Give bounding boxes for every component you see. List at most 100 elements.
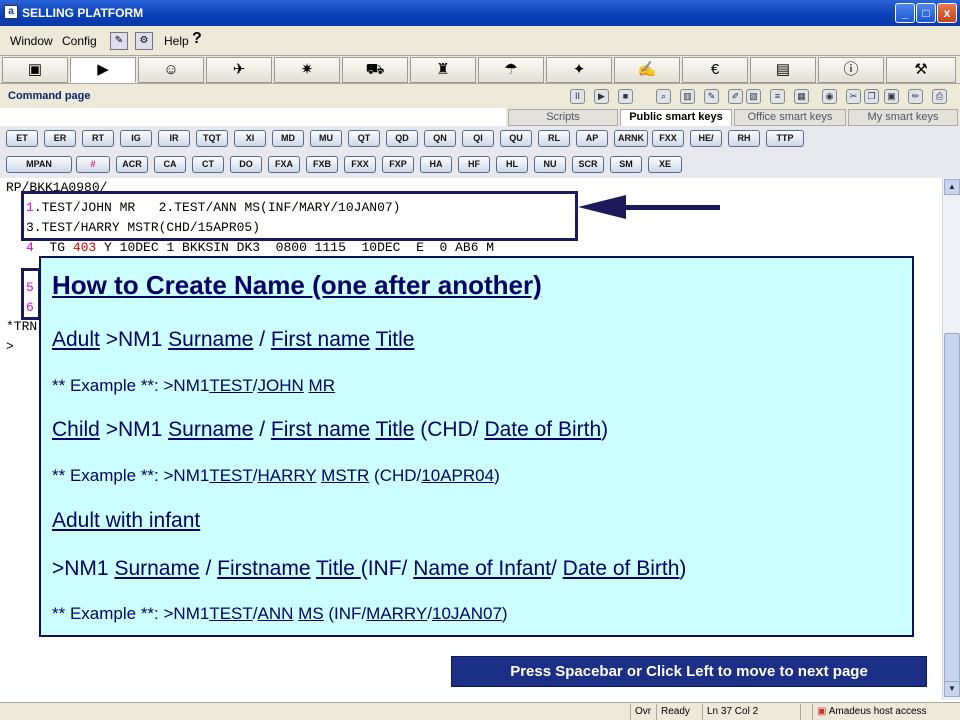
- smart-key[interactable]: QT: [348, 130, 380, 147]
- dob-label: Date of Birth: [484, 418, 602, 441]
- insurance-icon[interactable]: ☂: [478, 57, 544, 83]
- smart-key[interactable]: QD: [386, 130, 418, 147]
- smart-key[interactable]: HE/: [690, 130, 722, 147]
- play-icon[interactable]: ▶: [594, 89, 609, 104]
- tab-scripts[interactable]: Scripts: [508, 109, 618, 126]
- smart-key[interactable]: HA: [420, 156, 452, 173]
- command-page-label: Command page: [8, 90, 91, 102]
- minimize-button[interactable]: _: [895, 3, 915, 23]
- smart-key[interactable]: CA: [154, 156, 186, 173]
- smart-keys-row-2: MPAN # ACR CA CT DO FXA FXB FXX FXP HA HF HL NU SCR SM X…: [0, 152, 960, 178]
- scroll-up-icon[interactable]: ▲: [944, 179, 960, 195]
- car-icon[interactable]: ⛟: [342, 57, 408, 83]
- plane-services-icon[interactable]: ✷: [274, 57, 340, 83]
- smart-key[interactable]: FXP: [382, 156, 414, 173]
- print-icon[interactable]: ⎙: [932, 89, 947, 104]
- smart-key[interactable]: DO: [230, 156, 262, 173]
- scroll-down-icon[interactable]: ▼: [944, 681, 960, 697]
- list-icon[interactable]: ≡: [770, 89, 785, 104]
- palette-icon[interactable]: ◉: [822, 89, 837, 104]
- smart-key[interactable]: HF: [458, 156, 490, 173]
- smart-key[interactable]: QU: [500, 130, 532, 147]
- smart-key[interactable]: SM: [610, 156, 642, 173]
- money-icon[interactable]: €: [682, 57, 748, 83]
- smart-keys-tabs: Scripts Public smart keys Office smart k…: [506, 108, 960, 126]
- book-icon[interactable]: ▥: [680, 89, 695, 104]
- status-position: Ln 37 Col 2: [702, 704, 800, 720]
- smart-key[interactable]: FXX: [652, 130, 684, 147]
- inf-text: (INF/: [323, 604, 367, 623]
- menu-bar: Window Config ✎ ⚙ Help ?: [0, 26, 960, 56]
- scroll-thumb[interactable]: [944, 333, 960, 693]
- grid-icon[interactable]: ▦: [794, 89, 809, 104]
- smart-key[interactable]: XE: [648, 156, 682, 173]
- smart-key[interactable]: QI: [462, 130, 494, 147]
- smart-key[interactable]: SCR: [572, 156, 604, 173]
- close-button[interactable]: x: [937, 3, 957, 23]
- menu-help[interactable]: Help: [164, 34, 189, 48]
- smart-key[interactable]: ACR: [116, 156, 148, 173]
- smart-key[interactable]: RH: [728, 130, 760, 147]
- hotel-icon[interactable]: ♜: [410, 57, 476, 83]
- smart-key[interactable]: MD: [272, 130, 304, 147]
- maximize-button[interactable]: □: [916, 3, 936, 23]
- smart-key[interactable]: MPAN: [6, 156, 72, 173]
- terminal-prompt[interactable]: >: [6, 339, 14, 354]
- search-icon[interactable]: ⌕: [656, 89, 671, 104]
- pen-green-icon[interactable]: ✐: [728, 89, 743, 104]
- smart-key[interactable]: NU: [534, 156, 566, 173]
- smart-key[interactable]: TTP: [766, 130, 804, 147]
- agent-icon[interactable]: ☺: [138, 57, 204, 83]
- next-page-button[interactable]: Press Spacebar or Click Left to move to …: [451, 656, 927, 687]
- smart-key[interactable]: AP: [576, 130, 608, 147]
- smart-key[interactable]: FXA: [268, 156, 300, 173]
- smart-key[interactable]: ET: [6, 130, 38, 147]
- paste-icon[interactable]: ▣: [884, 89, 899, 104]
- example-prefix: ** Example **: >NM1: [52, 376, 210, 395]
- smart-key[interactable]: FXB: [306, 156, 338, 173]
- copy-icon[interactable]: ❐: [864, 89, 879, 104]
- first-name-label: Firstname: [217, 557, 311, 580]
- home-icon[interactable]: ▣: [2, 57, 68, 83]
- menu-window[interactable]: Window: [10, 34, 53, 48]
- menu-config[interactable]: Config: [62, 34, 97, 48]
- smart-key[interactable]: MU: [310, 130, 342, 147]
- tab-my-smart-keys[interactable]: My smart keys: [848, 109, 958, 126]
- edit-icon[interactable]: ✍: [614, 57, 680, 83]
- terminal-icon[interactable]: ▶: [70, 57, 136, 83]
- info-icon[interactable]: ⓘ: [818, 57, 884, 83]
- tab-public-smart-keys[interactable]: Public smart keys: [620, 109, 732, 126]
- smart-key[interactable]: IG: [120, 130, 152, 147]
- docs-icon[interactable]: ▤: [750, 57, 816, 83]
- ticket-icon[interactable]: ✦: [546, 57, 612, 83]
- smart-key[interactable]: HL: [496, 156, 528, 173]
- smart-key[interactable]: RL: [538, 130, 570, 147]
- cmd-text: >NM1: [99, 418, 169, 441]
- first-name-label: First name: [270, 418, 371, 441]
- smart-key[interactable]: RT: [82, 130, 114, 147]
- smart-key[interactable]: ER: [44, 130, 76, 147]
- stop-icon[interactable]: ■: [618, 89, 633, 104]
- edit-icon[interactable]: ✎: [110, 32, 128, 50]
- smart-key[interactable]: CT: [192, 156, 224, 173]
- smart-key[interactable]: TQT: [196, 130, 228, 147]
- plane-icon[interactable]: ✈: [206, 57, 272, 83]
- highlight-icon[interactable]: ✏: [908, 89, 923, 104]
- pause-icon[interactable]: II: [570, 89, 585, 104]
- cut-icon[interactable]: ✂: [846, 89, 861, 104]
- gear-icon[interactable]: ⚙: [135, 32, 153, 50]
- note-icon[interactable]: ▧: [746, 89, 761, 104]
- tools-icon[interactable]: ⚒: [886, 57, 956, 83]
- pen-icon[interactable]: ✎: [704, 89, 719, 104]
- smart-key[interactable]: IR: [158, 130, 190, 147]
- help-icon[interactable]: ?: [192, 30, 202, 48]
- smart-key[interactable]: XI: [234, 130, 266, 147]
- tab-office-smart-keys[interactable]: Office smart keys: [734, 109, 846, 126]
- terminal-scrollbar[interactable]: ▲ ▼: [942, 178, 960, 700]
- smart-key[interactable]: QN: [424, 130, 456, 147]
- smart-key[interactable]: FXX: [344, 156, 376, 173]
- smart-key[interactable]: ARNK: [614, 130, 648, 147]
- ex-title: MR: [308, 376, 335, 395]
- ex-first: JOHN: [257, 376, 304, 395]
- smart-key[interactable]: #: [76, 156, 110, 173]
